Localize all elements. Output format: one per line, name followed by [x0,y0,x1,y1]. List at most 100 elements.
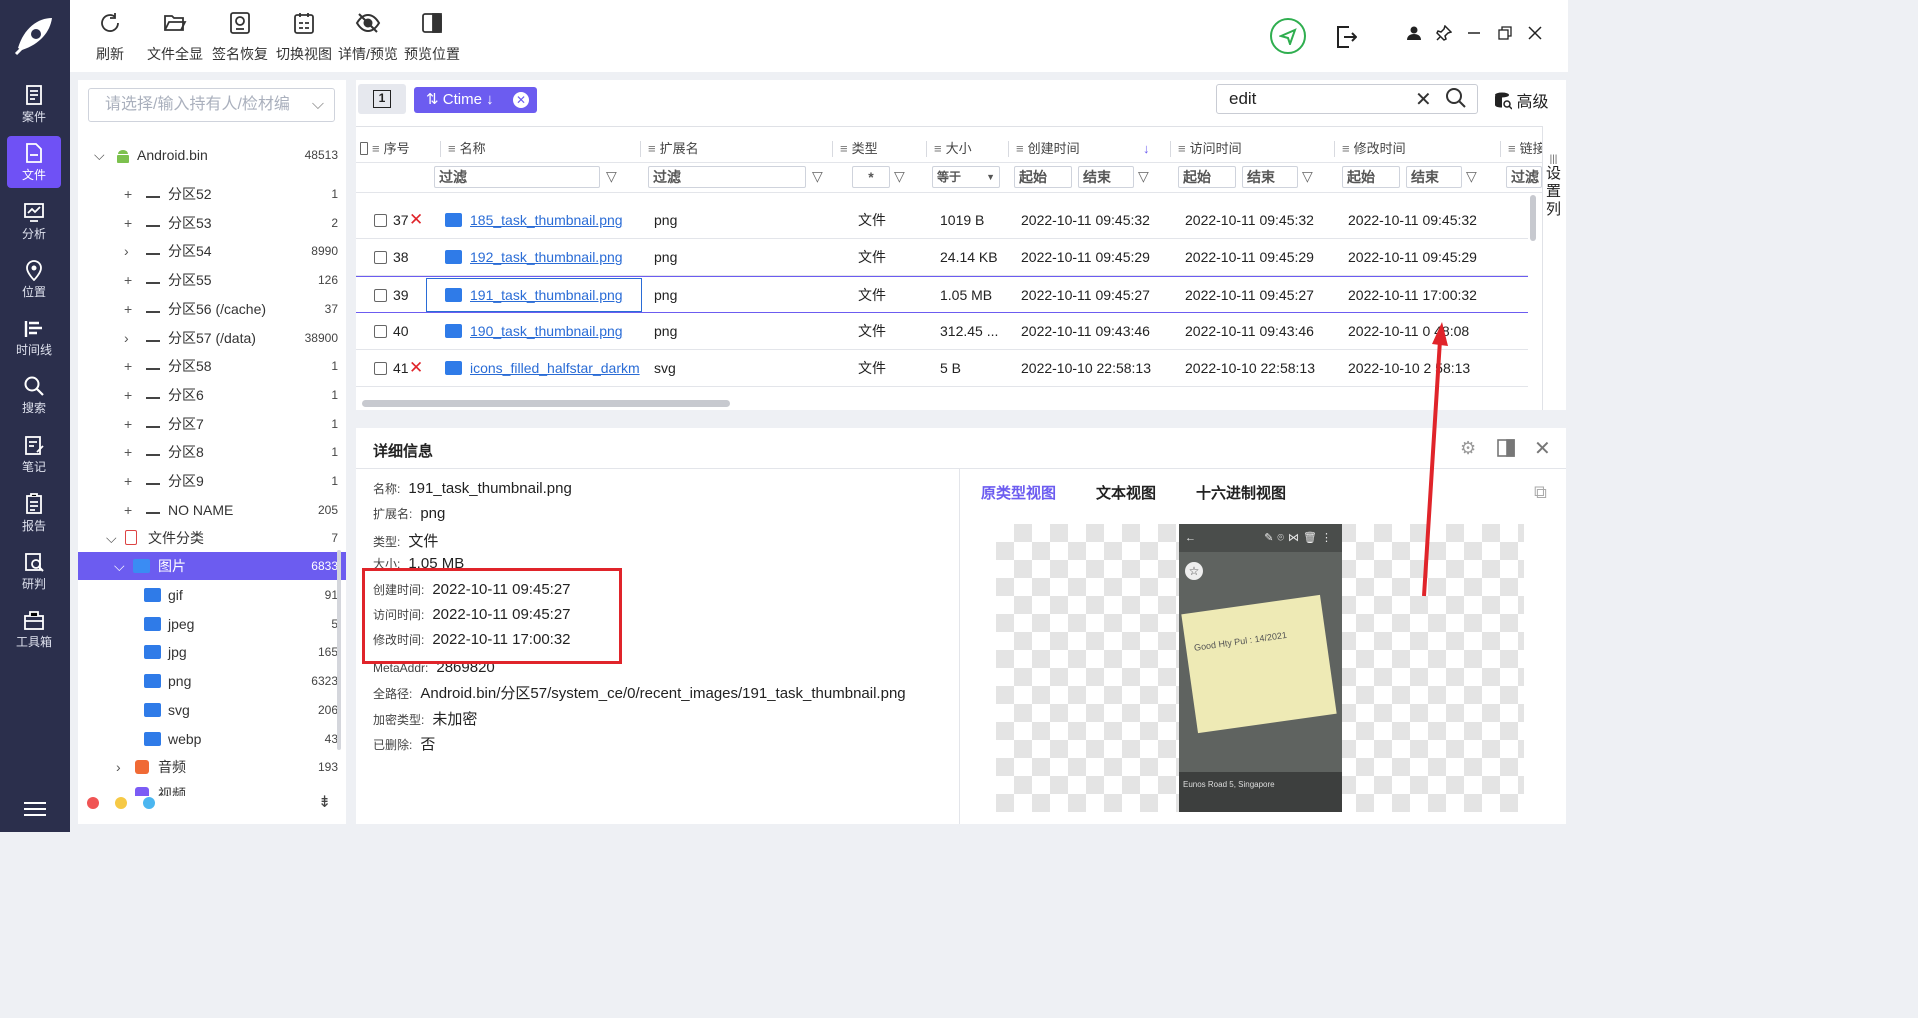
switch-view-button[interactable]: 切换视图 [274,6,334,64]
expand-plus-icon[interactable]: + [124,496,132,524]
nav-item-toolbox[interactable]: 工具箱 [7,603,61,655]
link-filter-input[interactable]: 过滤 [1506,166,1542,188]
file-name-link[interactable]: 190_task_thumbnail.png [470,313,642,349]
tree-scrollbar[interactable] [337,550,341,750]
expand-plus-icon[interactable]: + [124,467,132,495]
column-menu-icon[interactable]: ≡ [1016,141,1024,156]
table-row[interactable]: 37 ✕ 185_task_thumbnail.png png 文件 1019 B 2022… [356,202,1528,239]
tree-item-partition[interactable]: + 分区56 (/cache) 37 [78,295,346,323]
search-input[interactable]: edit ✕ [1216,84,1478,114]
tree-item-partition[interactable]: + 分区7 1 [78,410,346,438]
filter-icon[interactable]: ▽ [1466,168,1477,185]
filter-icon[interactable]: ▽ [1138,168,1149,185]
file-name-link[interactable]: 191_task_thumbnail.png [470,277,642,313]
tree-item-partition[interactable]: › 分区54 8990 [78,237,346,265]
row-checkbox[interactable] [374,251,387,264]
row-checkbox[interactable] [374,214,387,227]
nav-item-timeline[interactable]: 时间线 [7,311,61,363]
file-name-link[interactable]: icons_filled_halfstar_darkm [470,350,642,386]
expand-plus-icon[interactable]: + [124,180,132,208]
row-checkbox[interactable] [374,362,387,375]
filter-icon[interactable]: ▽ [1302,168,1313,185]
blue-dot[interactable] [143,797,155,809]
tree-item-partition[interactable]: + 分区58 1 [78,352,346,380]
tree-item-partition[interactable]: + 分区6 1 [78,381,346,409]
hamburger-menu-icon[interactable] [24,802,46,820]
settings-gear-icon[interactable]: ⚙ [1460,438,1476,459]
column-header[interactable]: ≡ 序号 [372,135,410,163]
mtime-end-input[interactable]: 结束 [1406,166,1462,188]
type-filter-select[interactable]: * [852,166,890,188]
expand-plus-icon[interactable]: + [124,438,132,466]
detail-preview-button[interactable]: 详情/预览 [336,6,400,64]
filter-icon[interactable]: ▽ [606,168,617,185]
column-header[interactable]: ≡ 类型 [840,135,878,163]
layout-right-icon[interactable] [1496,438,1516,461]
tree-item-partition[interactable]: + NO NAME 205 [78,496,346,524]
chevron-right-icon[interactable]: › [124,237,129,265]
user-icon[interactable] [1403,22,1425,44]
grid-vertical-scrollbar[interactable] [1530,195,1536,241]
column-header[interactable]: ≡ 大小 [934,135,972,163]
column-menu-icon[interactable]: ≡ [372,141,380,156]
signature-restore-button[interactable]: 签名恢复 [210,6,270,64]
column-menu-icon[interactable]: ≡ [1342,141,1350,156]
clear-search-icon[interactable]: ✕ [1415,87,1432,112]
tree-item-category[interactable]: ⌵ 文件分类 7 [78,524,346,552]
size-filter-select[interactable]: 等于 ▼ [932,166,1000,188]
column-menu-icon[interactable]: ≡ [648,141,656,156]
column-menu-icon[interactable]: ≡ [1508,141,1516,156]
export-icon[interactable] [1334,24,1358,50]
tree-item-partition[interactable]: + 分区53 2 [78,209,346,237]
chevron-down-icon[interactable]: ⌵ [94,141,105,169]
nav-item-location[interactable]: 位置 [7,253,61,305]
ctime-start-input[interactable]: 起始 [1014,166,1072,188]
tree-item-root[interactable]: ⌵ Android.bin 48513 [78,141,346,169]
red-dot[interactable] [87,797,99,809]
column-header[interactable]: ≡ 创建时间 ↓ [1016,135,1150,163]
row-checkbox[interactable] [374,325,387,338]
atime-end-input[interactable]: 结束 [1242,166,1298,188]
preview-position-button[interactable]: 预览位置 [402,6,462,64]
refresh-button[interactable]: 刷新 [90,6,130,64]
upload-status-icon[interactable] [1270,18,1306,54]
advanced-search-button[interactable]: 高级 [1494,88,1548,112]
tree-item-images[interactable]: ⌵ 图片 6833 [78,552,346,580]
name-filter-input[interactable]: 过滤 [434,166,600,188]
nav-item-report[interactable]: 报告 [7,487,61,539]
expand-plus-icon[interactable]: + [124,352,132,380]
filter-icon[interactable]: ▽ [894,168,905,185]
tree-item-image-type[interactable]: jpg 165 [78,638,346,666]
close-window-icon[interactable] [1524,22,1546,44]
close-detail-icon[interactable]: ✕ [1534,436,1551,461]
settings-column-button[interactable]: ||| 设置列 [1542,126,1564,410]
tab-original-view[interactable]: 原类型视图 [981,482,1056,503]
page-number-button[interactable]: 1 [358,84,406,114]
ext-filter-input[interactable]: 过滤 [648,166,806,188]
column-header[interactable]: ≡ 访问时间 [1178,135,1242,163]
column-header[interactable]: ≡ 名称 [448,135,486,163]
open-external-icon[interactable]: ⧉ [1534,482,1547,503]
column-menu-icon[interactable]: ≡ [840,141,848,156]
ctime-end-input[interactable]: 结束 [1078,166,1134,188]
tree-item-image-type[interactable]: svg 206 [78,696,346,724]
tree-item-image-type[interactable]: webp 43 [78,725,346,753]
tree-item-partition[interactable]: › 分区57 (/data) 38900 [78,324,346,352]
holder-search-select[interactable]: 请选择/输入持有人/检材编 ⌵ [88,88,335,122]
file-name-link[interactable]: 192_task_thumbnail.png [470,239,642,275]
collapse-all-icon[interactable]: ⇟ [318,792,331,812]
chevron-right-icon[interactable]: › [124,324,129,352]
expand-plus-icon[interactable]: + [124,209,132,237]
chevron-down-icon[interactable]: ⌵ [114,552,125,580]
grid-horizontal-scrollbar[interactable] [362,400,730,407]
expand-plus-icon[interactable]: + [124,295,132,323]
table-row[interactable]: 39 191_task_thumbnail.png png 文件 1.05 MB 2022… [356,276,1528,313]
nav-item-search[interactable]: 搜索 [7,369,61,421]
yellow-dot[interactable] [115,797,127,809]
column-menu-icon[interactable]: ≡ [448,141,456,156]
column-header[interactable]: ≡ 链接 [1508,135,1542,163]
column-menu-icon[interactable]: ≡ [934,141,942,156]
tree-item-partition[interactable]: + 分区55 126 [78,266,346,294]
tree-item-partition[interactable]: + 分区52 1 [78,180,346,208]
chevron-down-icon[interactable]: ⌵ [106,524,117,552]
